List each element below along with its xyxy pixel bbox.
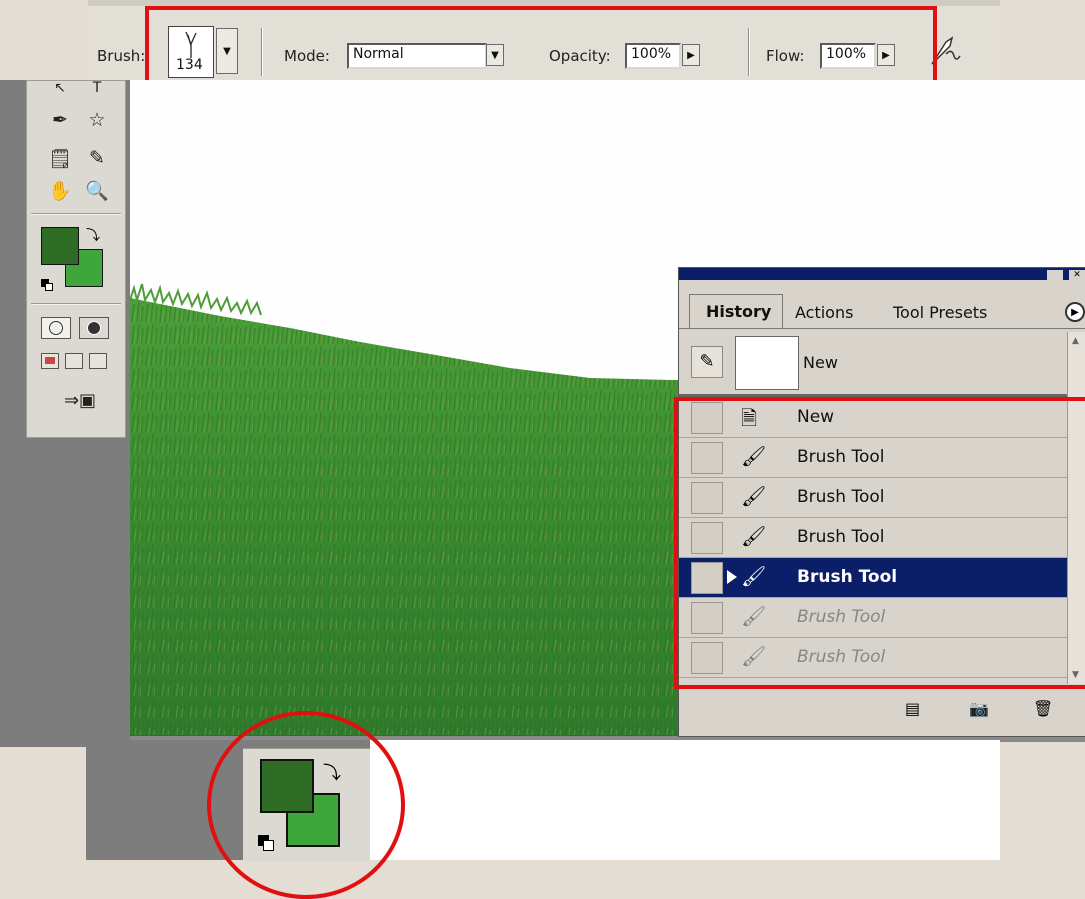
tab-actions-label: Actions bbox=[795, 303, 854, 322]
options-bar-highlight bbox=[145, 6, 937, 90]
tools-palette: ↖ T ✒ ☆ 🗒 ✎ ✋ 🔍 ⤵ ⇒▣ bbox=[26, 80, 126, 438]
close-icon[interactable]: ✕ bbox=[1069, 270, 1085, 280]
standard-screen-mode-icon[interactable] bbox=[41, 353, 59, 369]
standard-mode-icon[interactable] bbox=[41, 317, 71, 339]
full-screen-menu-mode-icon[interactable] bbox=[65, 353, 83, 369]
snapshot-label: New bbox=[803, 353, 838, 372]
snapshot-thumbnail bbox=[735, 336, 799, 390]
type-icon[interactable]: T bbox=[82, 81, 112, 95]
zoom-background bbox=[370, 740, 1000, 860]
eyedropper-icon[interactable]: ✎ bbox=[82, 145, 112, 171]
brush-label: Brush: bbox=[97, 47, 146, 65]
tab-divider bbox=[679, 328, 1085, 329]
notes-icon[interactable]: 🗒 bbox=[45, 145, 75, 171]
toolbox-divider bbox=[31, 303, 121, 305]
scroll-up-icon[interactable]: ▲ bbox=[1072, 336, 1079, 346]
path-selection-icon[interactable]: ↖ bbox=[45, 81, 75, 95]
tab-actions[interactable]: Actions bbox=[783, 298, 879, 326]
pen-icon[interactable]: ✒ bbox=[45, 107, 75, 133]
history-panel-footer: ▤ 📷 🗑 bbox=[679, 686, 1085, 736]
swap-colors-icon[interactable]: ⤵ bbox=[86, 225, 100, 245]
tab-history[interactable]: History bbox=[689, 294, 783, 328]
quick-mask-icon[interactable] bbox=[79, 317, 109, 339]
minimize-icon[interactable] bbox=[1047, 270, 1063, 280]
foreground-color-swatch-zoomed[interactable] bbox=[260, 759, 314, 813]
custom-shape-icon[interactable]: ☆ bbox=[82, 107, 112, 133]
history-brush-source-icon[interactable]: ✎ bbox=[691, 346, 723, 378]
snapshot-row[interactable]: ✎ New bbox=[679, 332, 1067, 394]
panel-title-bar[interactable]: ✕ bbox=[679, 268, 1085, 280]
toolbox-divider bbox=[31, 213, 121, 215]
tab-tool-presets[interactable]: Tool Presets bbox=[879, 298, 1029, 326]
default-colors-icon[interactable] bbox=[41, 279, 53, 291]
zoom-icon[interactable]: 🔍 bbox=[82, 177, 112, 203]
tab-tool-presets-label: Tool Presets bbox=[893, 303, 988, 322]
new-document-from-state-icon[interactable]: ▤ bbox=[905, 699, 920, 718]
panel-menu-icon[interactable]: ▶ bbox=[1065, 302, 1085, 322]
full-screen-mode-icon[interactable] bbox=[89, 353, 107, 369]
jump-to-imageready-icon[interactable]: ⇒▣ bbox=[55, 387, 105, 413]
foreground-color-swatch[interactable] bbox=[41, 227, 79, 265]
history-states-highlight bbox=[674, 397, 1085, 689]
hand-icon[interactable]: ✋ bbox=[45, 177, 75, 203]
new-snapshot-icon[interactable]: 📷 bbox=[969, 699, 989, 718]
tab-history-label: History bbox=[706, 302, 772, 321]
trash-icon[interactable]: 🗑 bbox=[1033, 699, 1053, 718]
